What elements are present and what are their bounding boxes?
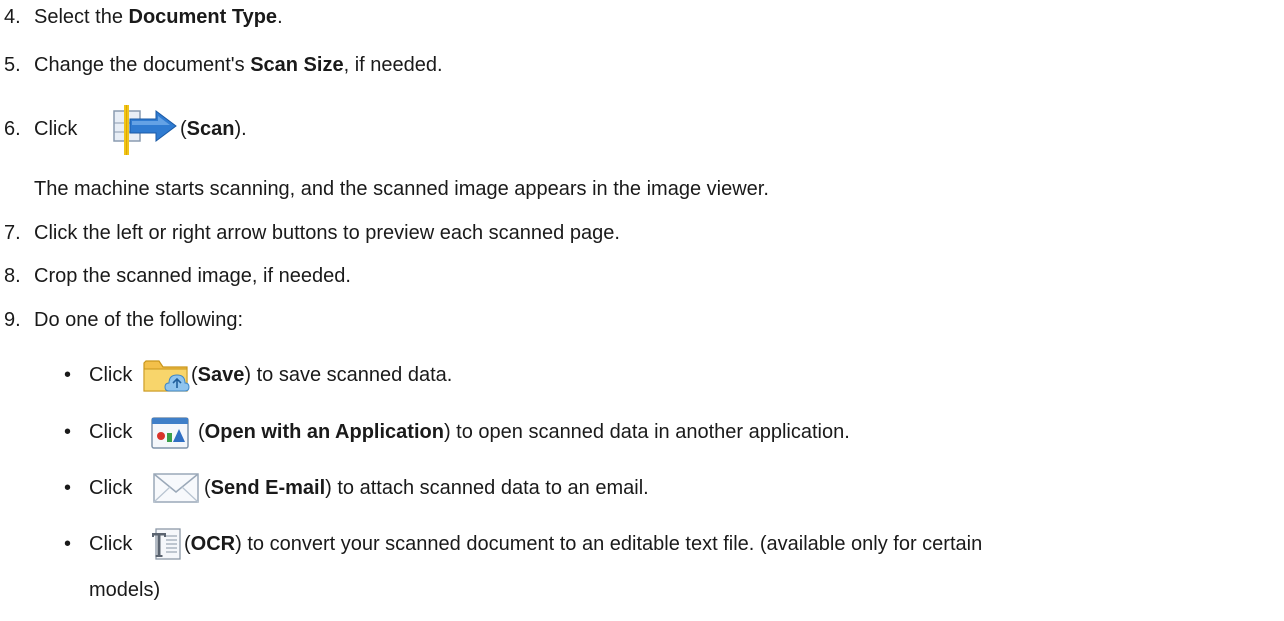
ocr-icon — [150, 526, 184, 562]
scan-caption: (Scan). — [180, 118, 247, 140]
step-text: Select the Document Type. — [34, 6, 283, 28]
step-number: 6. — [4, 118, 21, 140]
send-email-label: Send E-mail — [210, 477, 326, 499]
step-number: 5. — [4, 54, 21, 76]
step-text: Do one of the following: — [34, 309, 244, 331]
step-number: 9. — [4, 309, 21, 331]
envelope-icon — [150, 468, 202, 508]
step-text: Crop the scanned image, if needed. — [34, 265, 351, 287]
open-application-icon — [146, 414, 196, 452]
step-number: 4. — [4, 6, 21, 28]
scan-label: Scan — [186, 118, 235, 140]
save-label: Save — [197, 364, 245, 386]
step-text: Click — [34, 118, 78, 140]
open-app-label: Open with an Application — [204, 421, 444, 443]
save-caption: (Save) to save scanned data. — [191, 364, 453, 386]
scan-size-label: Scan Size — [250, 54, 344, 76]
document-type-label: Document Type — [128, 6, 278, 28]
folder-save-icon — [141, 355, 191, 395]
open-app-caption: (Open with an Application) to open scann… — [198, 421, 850, 443]
step-number: 7. — [4, 222, 21, 244]
step-text: Change the document's Scan Size, if need… — [34, 54, 443, 76]
step-number: 8. — [4, 265, 21, 287]
send-email-caption: (Send E-mail) to attach scanned data to … — [204, 477, 649, 499]
scan-icon — [106, 105, 180, 155]
step-text: Click the left or right arrow buttons to… — [34, 222, 620, 244]
ocr-caption: (OCR) to convert your scanned document t… — [184, 533, 983, 555]
ocr-label: OCR — [190, 533, 236, 555]
